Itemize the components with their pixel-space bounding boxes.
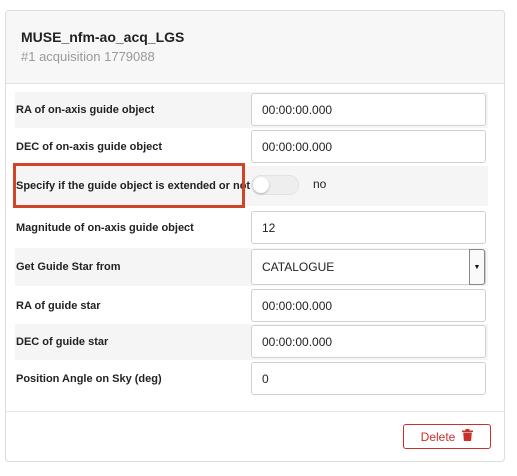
ra-on-axis-input[interactable]: 00:00:00.000 <box>251 93 486 126</box>
delete-label: Delete <box>420 429 456 444</box>
param-label: Specify if the guide object is extended … <box>16 179 251 192</box>
param-row-dec-on-axis: DEC of on-axis guide object 00:00:00.000 <box>15 129 488 165</box>
delete-button[interactable]: Delete <box>403 424 491 449</box>
toggle-state-label: no <box>313 177 327 191</box>
param-label: RA of on-axis guide object <box>16 103 155 116</box>
extended-object-toggle[interactable] <box>251 175 299 195</box>
ra-guide-star-input[interactable]: 00:00:00.000 <box>251 289 486 322</box>
chevron-down-icon[interactable]: ▼ <box>469 249 485 285</box>
trash-icon <box>462 429 474 444</box>
position-angle-input[interactable]: 0 <box>251 362 486 395</box>
param-row-guide-star-source: Get Guide Star from CATALOGUE ▼ <box>15 248 488 286</box>
param-row-dec-guide-star: DEC of guide star 00:00:00.000 <box>15 324 488 360</box>
param-label: Magnitude of on-axis guide object <box>16 221 194 234</box>
select-value: CATALOGUE <box>262 260 335 274</box>
dec-guide-star-input[interactable]: 00:00:00.000 <box>251 325 486 358</box>
param-label: DEC of on-axis guide object <box>16 140 163 153</box>
toggle-knob <box>253 177 269 193</box>
param-label: RA of guide star <box>16 299 101 312</box>
param-row-position-angle: Position Angle on Sky (deg) 0 <box>15 361 488 397</box>
param-label: Position Angle on Sky (deg) <box>16 372 162 385</box>
magnitude-input[interactable]: 12 <box>251 211 486 244</box>
template-subtitle: #1 acquisition 1779088 <box>21 49 155 64</box>
dec-on-axis-input[interactable]: 00:00:00.000 <box>251 130 486 163</box>
param-row-ra-guide-star: RA of guide star 00:00:00.000 <box>15 288 488 324</box>
template-title: MUSE_nfm-ao_acq_LGS <box>21 29 185 45</box>
param-row-magnitude: Magnitude of on-axis guide object 12 <box>15 210 488 246</box>
param-row-extended-object: Specify if the guide object is extended … <box>15 166 488 206</box>
param-row-ra-on-axis: RA of on-axis guide object 00:00:00.000 <box>15 92 488 128</box>
param-label: DEC of guide star <box>16 335 109 348</box>
param-label: Get Guide Star from <box>16 260 121 273</box>
footer-divider <box>5 411 505 412</box>
panel-header: MUSE_nfm-ao_acq_LGS #1 acquisition 17790… <box>6 11 504 84</box>
guide-star-source-select[interactable]: CATALOGUE ▼ <box>251 249 486 285</box>
